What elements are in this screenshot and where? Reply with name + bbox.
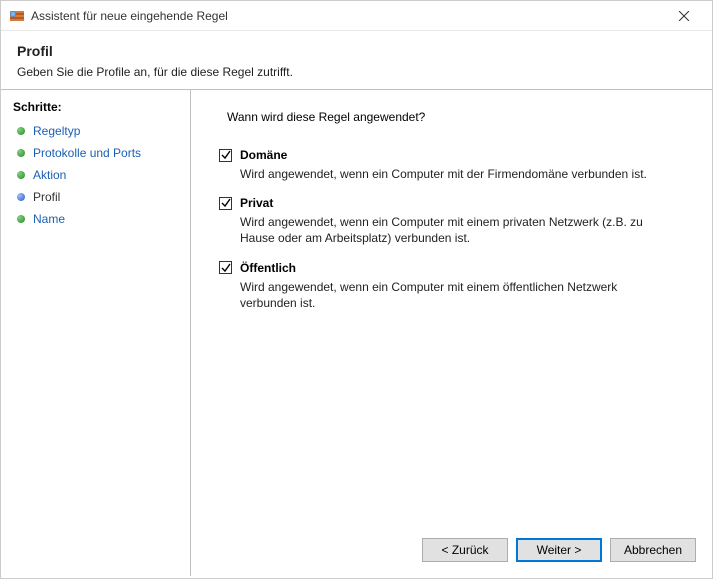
step-label: Aktion (33, 168, 66, 182)
step-profil[interactable]: Profil (11, 186, 190, 208)
checkbox-public[interactable] (219, 261, 232, 274)
step-aktion[interactable]: Aktion (11, 164, 190, 186)
option-public-desc: Wird angewendet, wenn ein Computer mit e… (240, 279, 670, 311)
close-button[interactable] (664, 2, 704, 30)
option-public-label: Öffentlich (240, 261, 296, 275)
wizard-header: Profil Geben Sie die Profile an, für die… (1, 31, 712, 89)
step-regeltyp[interactable]: Regeltyp (11, 120, 190, 142)
page-subtitle: Geben Sie die Profile an, für die diese … (17, 65, 696, 79)
steps-sidebar: Schritte: Regeltyp Protokolle und Ports … (1, 90, 191, 576)
back-button[interactable]: < Zurück (422, 538, 508, 562)
option-private-desc: Wird angewendet, wenn ein Computer mit e… (240, 214, 670, 246)
step-bullet-icon (17, 149, 25, 157)
option-private-label: Privat (240, 196, 273, 210)
option-domain: Domäne Wird angewendet, wenn ein Compute… (219, 148, 692, 182)
option-domain-desc: Wird angewendet, wenn ein Computer mit d… (240, 166, 670, 182)
step-label: Protokolle und Ports (33, 146, 141, 160)
step-bullet-icon (17, 193, 25, 201)
next-button[interactable]: Weiter > (516, 538, 602, 562)
step-bullet-icon (17, 215, 25, 223)
profile-options: Domäne Wird angewendet, wenn ein Compute… (219, 148, 692, 311)
option-private: Privat Wird angewendet, wenn ein Compute… (219, 196, 692, 246)
option-domain-label: Domäne (240, 148, 287, 162)
window-title: Assistent für neue eingehende Regel (31, 9, 664, 23)
firewall-icon (9, 8, 25, 24)
step-label: Profil (33, 190, 60, 204)
step-label: Regeltyp (33, 124, 80, 138)
step-bullet-icon (17, 171, 25, 179)
question-text: Wann wird diese Regel angewendet? (227, 110, 692, 124)
step-protokolle-ports[interactable]: Protokolle und Ports (11, 142, 190, 164)
check-icon (221, 263, 231, 273)
wizard-body: Schritte: Regeltyp Protokolle und Ports … (1, 89, 712, 576)
cancel-button[interactable]: Abbrechen (610, 538, 696, 562)
step-label: Name (33, 212, 65, 226)
titlebar: Assistent für neue eingehende Regel (1, 1, 712, 31)
wizard-buttons: < Zurück Weiter > Abbrechen (422, 538, 696, 562)
check-icon (221, 150, 231, 160)
step-bullet-icon (17, 127, 25, 135)
steps-heading: Schritte: (11, 100, 190, 114)
checkbox-private[interactable] (219, 197, 232, 210)
step-name[interactable]: Name (11, 208, 190, 230)
check-icon (221, 198, 231, 208)
main-panel: Wann wird diese Regel angewendet? Domäne… (191, 90, 712, 576)
page-title: Profil (17, 43, 696, 59)
checkbox-domain[interactable] (219, 149, 232, 162)
close-icon (679, 11, 689, 21)
option-public: Öffentlich Wird angewendet, wenn ein Com… (219, 261, 692, 311)
